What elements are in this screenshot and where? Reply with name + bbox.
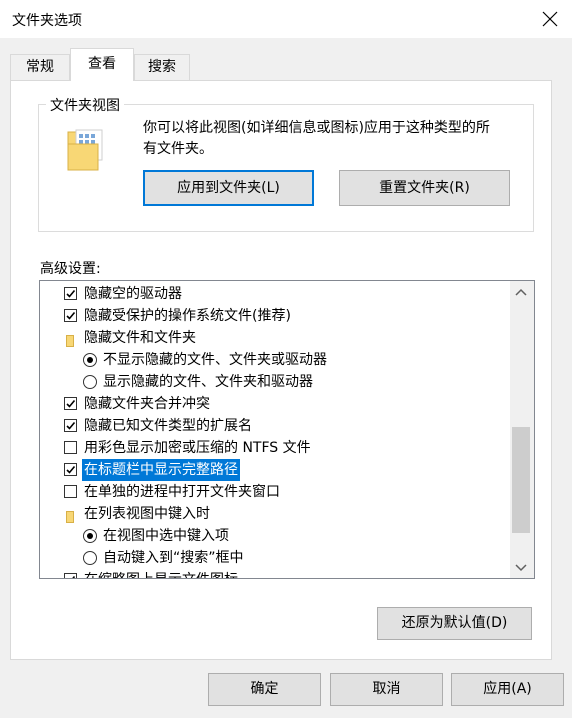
tab-view[interactable]: 查看 (70, 48, 134, 81)
checkbox[interactable] (64, 287, 77, 300)
checkbox[interactable] (64, 419, 77, 432)
option-label: 在单独的进程中打开文件夹窗口 (84, 484, 280, 500)
tab-general[interactable]: 常规 (10, 54, 70, 80)
settings-option-row[interactable]: 自动键入到“搜索”框中 (40, 547, 510, 569)
folder-views-description: 你可以将此视图(如详细信息或图标)应用于这种类型的所 有文件夹。 (143, 120, 490, 157)
scroll-down-arrow[interactable] (514, 562, 528, 578)
advanced-settings-label: 高级设置: (40, 261, 101, 277)
option-label: 在缩略图上显示文件图标 (84, 569, 238, 578)
settings-option-row[interactable]: 隐藏受保护的操作系统文件(推荐) (40, 305, 510, 327)
option-label: 用彩色显示加密或压缩的 NTFS 文件 (84, 440, 311, 456)
folder-icon (66, 508, 74, 523)
close-button[interactable] (535, 4, 565, 34)
radio-button[interactable] (83, 375, 97, 389)
checkbox[interactable] (64, 309, 77, 322)
settings-option-row[interactable]: 在缩略图上显示文件图标 (40, 569, 510, 578)
option-label: 在标题栏中显示完整路径 (82, 459, 240, 481)
chevron-down-icon (515, 564, 527, 572)
advanced-settings-list[interactable]: 隐藏空的驱动器隐藏受保护的操作系统文件(推荐) 隐藏文件和文件夹不显示隐藏的文件、… (39, 280, 535, 579)
radio-button[interactable] (83, 529, 97, 543)
reset-folders-button[interactable]: 重置文件夹(R) (339, 170, 510, 206)
option-label: 隐藏空的驱动器 (84, 286, 182, 302)
option-label: 隐藏文件夹合并冲突 (84, 396, 210, 412)
folder-views-label: 文件夹视图 (46, 95, 124, 115)
chevron-up-icon (515, 288, 527, 296)
option-label: 不显示隐藏的文件、文件夹或驱动器 (103, 352, 327, 368)
checkbox[interactable] (64, 573, 77, 578)
folder-icon (66, 332, 74, 347)
settings-option-row[interactable]: 在视图中选中键入项 (40, 525, 510, 547)
option-label: 在列表视图中键入时 (84, 506, 210, 522)
apply-button[interactable]: 应用(A) (451, 673, 564, 706)
title-bar (0, 0, 572, 38)
settings-group-header: 在列表视图中键入时 (40, 503, 510, 525)
settings-option-row[interactable]: 隐藏文件夹合并冲突 (40, 393, 510, 415)
apply-to-folders-button[interactable]: 应用到文件夹(L) (143, 170, 314, 206)
window-title: 文件夹选项 (12, 13, 82, 29)
option-label: 自动键入到“搜索”框中 (103, 550, 244, 566)
ok-button[interactable]: 确定 (208, 673, 321, 706)
close-icon (542, 11, 558, 27)
option-label: 隐藏受保护的操作系统文件(推荐) (84, 308, 291, 324)
settings-group-header: 隐藏文件和文件夹 (40, 327, 510, 349)
settings-option-row[interactable]: 隐藏空的驱动器 (40, 283, 510, 305)
checkbox[interactable] (64, 441, 77, 454)
radio-button[interactable] (83, 551, 97, 565)
settings-option-row[interactable]: 在单独的进程中打开文件夹窗口 (40, 481, 510, 503)
checkbox[interactable] (64, 463, 77, 476)
option-label: 显示隐藏的文件、文件夹和驱动器 (103, 374, 313, 390)
option-label: 隐藏文件和文件夹 (84, 330, 196, 346)
restore-defaults-button[interactable]: 还原为默认值(D) (377, 607, 532, 640)
folder-views-icon (66, 128, 104, 176)
settings-option-row[interactable]: 用彩色显示加密或压缩的 NTFS 文件 (40, 437, 510, 459)
cancel-button[interactable]: 取消 (330, 673, 443, 706)
settings-option-row[interactable]: 不显示隐藏的文件、文件夹或驱动器 (40, 349, 510, 371)
tab-search[interactable]: 搜索 (134, 54, 190, 80)
radio-button[interactable] (83, 353, 97, 367)
settings-option-row[interactable]: 隐藏已知文件类型的扩展名 (40, 415, 510, 437)
settings-option-row[interactable]: 在标题栏中显示完整路径 (40, 459, 510, 481)
checkbox[interactable] (64, 485, 77, 498)
settings-option-row[interactable]: 显示隐藏的文件、文件夹和驱动器 (40, 371, 510, 393)
option-label: 在视图中选中键入项 (103, 528, 229, 544)
option-label: 隐藏已知文件类型的扩展名 (84, 418, 252, 434)
scroll-thumb[interactable] (512, 427, 530, 533)
checkbox[interactable] (64, 397, 77, 410)
scroll-up-arrow[interactable] (514, 286, 528, 302)
